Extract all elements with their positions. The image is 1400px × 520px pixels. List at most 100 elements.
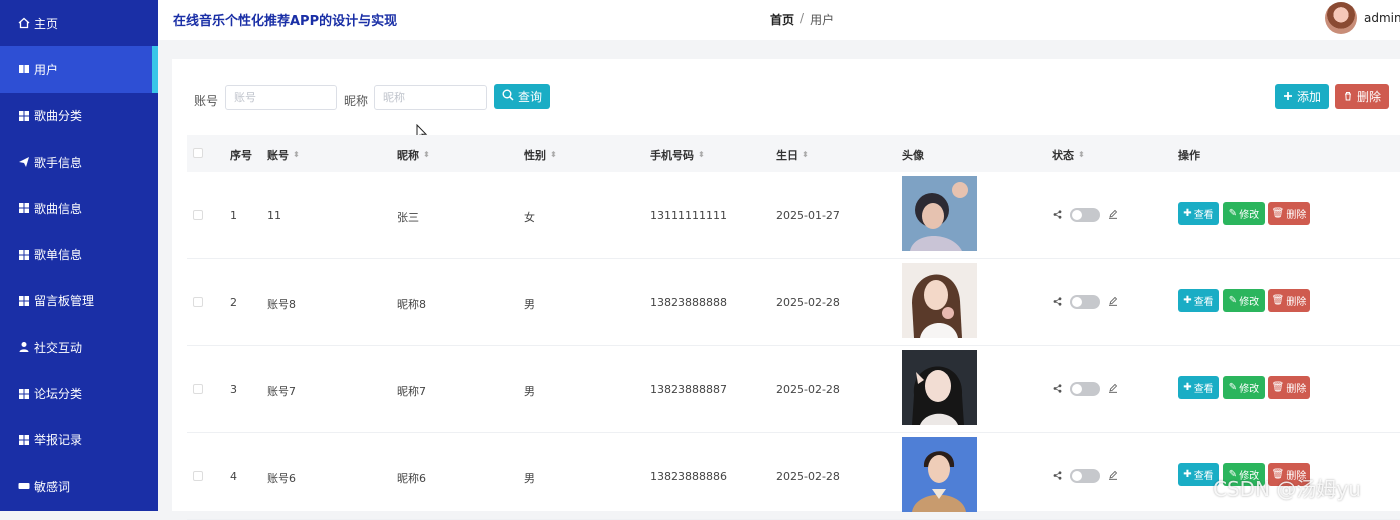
edit-icon: ✎	[1228, 295, 1238, 306]
column-header-gender-label: 性别	[524, 149, 546, 162]
sidebar-item-home[interactable]: 主页	[0, 0, 158, 46]
delete-button[interactable]: 🗑 删除	[1268, 202, 1310, 225]
sidebar-item-users[interactable]: 用户	[0, 46, 158, 93]
cell-index: 3	[230, 383, 237, 396]
delete-button[interactable]: 🗑 删除	[1268, 376, 1310, 399]
sidebar-item-label: 举报记录	[34, 433, 83, 448]
trash-icon	[1343, 90, 1353, 104]
edit-pencil-icon[interactable]	[1108, 383, 1118, 396]
sidebar-item-label: 歌单信息	[34, 248, 83, 263]
query-button[interactable]: 查询	[494, 84, 550, 109]
column-header-gender[interactable]: 性别 ⬍	[524, 147, 557, 163]
status-controls	[1053, 208, 1118, 222]
user-avatar-image[interactable]	[902, 350, 977, 425]
user-name[interactable]: admin	[1364, 11, 1400, 25]
keyboard-icon	[18, 480, 30, 492]
sort-icon[interactable]: ⬍	[698, 151, 705, 159]
plus-icon: ✚	[1183, 208, 1192, 219]
column-header-status-label: 状态	[1052, 149, 1074, 162]
sort-icon[interactable]: ⬍	[550, 151, 557, 159]
share-icon[interactable]	[1053, 209, 1062, 222]
cell-gender: 男	[524, 472, 535, 485]
breadcrumb-home[interactable]: 首页	[770, 11, 794, 28]
add-button[interactable]: 添加	[1275, 84, 1329, 109]
column-header-nickname-label: 昵称	[397, 149, 419, 162]
share-icon[interactable]	[1053, 470, 1062, 483]
cell-birthday: 2025-02-28	[776, 296, 840, 309]
share-icon[interactable]	[1053, 383, 1062, 396]
edit-pencil-icon[interactable]	[1108, 470, 1118, 483]
sidebar-item-report-records[interactable]: 举报记录	[0, 417, 158, 463]
cell-account: 11	[267, 209, 281, 222]
sidebar-item-sensitive-words[interactable]: 敏感词	[0, 463, 158, 509]
status-toggle[interactable]	[1070, 208, 1100, 222]
column-header-birthday[interactable]: 生日 ⬍	[776, 147, 809, 163]
delete-button[interactable]: 🗑 删除	[1268, 289, 1310, 312]
sort-icon[interactable]: ⬍	[423, 151, 430, 159]
send-icon	[18, 156, 30, 168]
app-title: 在线音乐个性化推荐APP的设计与实现	[173, 14, 398, 29]
column-header-nickname[interactable]: 昵称 ⬍	[397, 147, 430, 163]
cell-birthday: 2025-02-28	[776, 470, 840, 483]
table-row: 1 11 张三 女 13111111111 2025-01-27 ✚ 查看 ✎ 修改…	[187, 172, 1400, 259]
status-toggle[interactable]	[1070, 295, 1100, 309]
column-header-account[interactable]: 账号 ⬍	[267, 147, 300, 163]
nickname-search-input[interactable]	[374, 85, 487, 110]
batch-delete-button[interactable]: 删除	[1335, 84, 1389, 109]
sidebar-item-singer-info[interactable]: 歌手信息	[0, 139, 158, 185]
share-icon[interactable]	[1053, 296, 1062, 309]
sort-icon[interactable]: ⬍	[802, 151, 809, 159]
plus-icon: ✚	[1183, 382, 1192, 393]
sidebar-item-social[interactable]: 社交互动	[0, 324, 158, 370]
table-header: 序号 账号 ⬍ 昵称 ⬍ 性别 ⬍ 手机号码 ⬍ 生日 ⬍ 头像 状态 ⬍ 操作	[187, 135, 1400, 172]
user-avatar-image[interactable]	[902, 437, 977, 512]
plus-icon	[1283, 90, 1293, 104]
cell-nickname: 昵称8	[397, 298, 426, 311]
row-checkbox[interactable]	[193, 210, 203, 220]
grid-icon	[18, 295, 30, 307]
edit-button[interactable]: ✎ 修改	[1223, 376, 1265, 399]
sidebar-item-label: 敏感词	[34, 479, 71, 494]
sidebar-item-forum-category[interactable]: 论坛分类	[0, 370, 158, 416]
user-avatar-image[interactable]	[902, 176, 977, 251]
sort-icon[interactable]: ⬍	[1078, 151, 1085, 159]
edit-button[interactable]: ✎ 修改	[1223, 202, 1265, 225]
edit-pencil-icon[interactable]	[1108, 209, 1118, 222]
view-button[interactable]: ✚ 查看	[1178, 376, 1219, 399]
view-button[interactable]: ✚ 查看	[1178, 202, 1219, 225]
row-checkbox[interactable]	[193, 297, 203, 307]
search-icon	[502, 89, 514, 104]
breadcrumb: 首页 / 用户	[770, 11, 834, 28]
sidebar-item-label: 歌曲信息	[34, 201, 83, 216]
edit-button[interactable]: ✎ 修改	[1223, 289, 1265, 312]
user-avatar-image[interactable]	[902, 263, 977, 338]
user-icon	[18, 341, 30, 353]
select-all-checkbox[interactable]	[193, 148, 203, 158]
cell-gender: 男	[524, 298, 535, 311]
row-checkbox[interactable]	[193, 384, 203, 394]
batch-delete-button-label: 删除	[1356, 90, 1381, 104]
sidebar-item-playlist-info[interactable]: 歌单信息	[0, 231, 158, 277]
table-row: 3 账号7 昵称7 男 13823888887 2025-02-28 ✚ 查看 ✎…	[187, 346, 1400, 433]
account-search-input[interactable]	[225, 85, 337, 110]
edit-pencil-icon[interactable]	[1108, 296, 1118, 309]
sidebar-item-song-category[interactable]: 歌曲分类	[0, 93, 158, 139]
plus-icon: ✚	[1183, 295, 1192, 306]
cell-account: 账号8	[267, 298, 296, 311]
view-button-label: 查看	[1193, 471, 1214, 482]
column-header-status[interactable]: 状态 ⬍	[1052, 147, 1085, 163]
cell-nickname: 昵称7	[397, 385, 426, 398]
sort-icon[interactable]: ⬍	[293, 151, 300, 159]
main-panel: 账号 昵称 查询 添加 删除 序号 账号 ⬍ 昵称 ⬍ 性别 ⬍ 手机号码 ⬍ 生日 ⬍ …	[172, 59, 1400, 520]
cell-index: 1	[230, 209, 237, 222]
sidebar-item-message-board[interactable]: 留言板管理	[0, 278, 158, 324]
view-button[interactable]: ✚ 查看	[1178, 289, 1219, 312]
column-header-phone[interactable]: 手机号码 ⬍	[650, 147, 705, 163]
status-toggle[interactable]	[1070, 469, 1100, 483]
status-toggle[interactable]	[1070, 382, 1100, 396]
grid-icon	[18, 434, 30, 446]
cell-account: 账号6	[267, 472, 296, 485]
avatar[interactable]	[1325, 2, 1357, 34]
row-checkbox[interactable]	[193, 471, 203, 481]
sidebar-item-song-info[interactable]: 歌曲信息	[0, 185, 158, 231]
